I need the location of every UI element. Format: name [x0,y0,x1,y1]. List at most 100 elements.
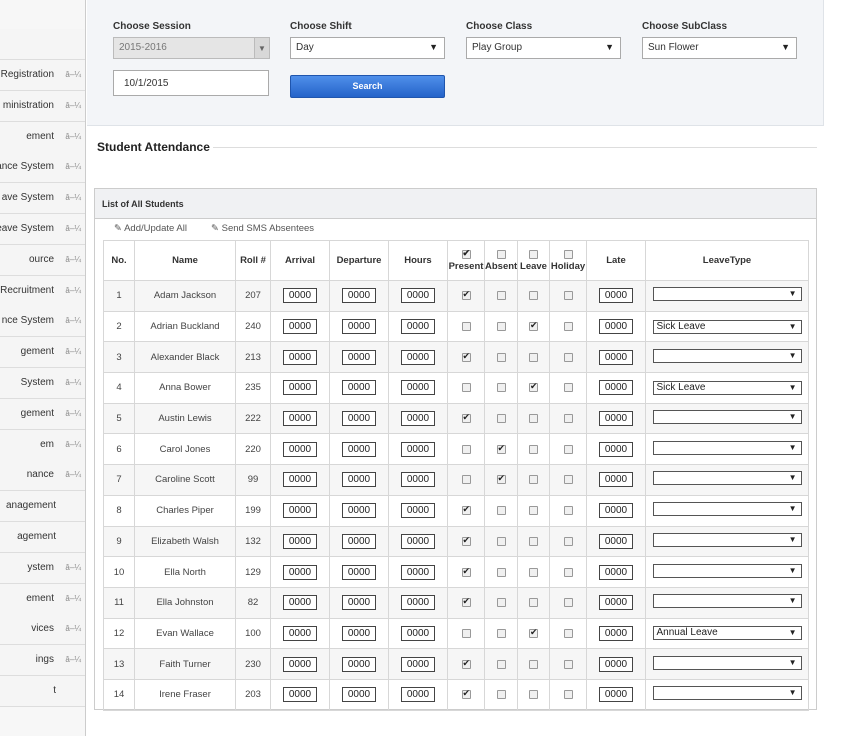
departure-input[interactable]: 0000 [342,503,376,519]
arrival-input[interactable]: 0000 [283,595,317,611]
absent-checkbox[interactable] [496,598,506,608]
leave-type-select[interactable]: ▼ [652,410,802,425]
sidebar-item[interactable]: em â–¼ [0,429,85,461]
arrival-input[interactable]: 0000 [283,687,317,703]
absent-checkbox[interactable] [496,291,506,301]
present-checkbox[interactable] [461,289,471,301]
leave-all-checkbox[interactable] [529,249,538,259]
sidebar-item[interactable]: ource â–¼ [0,244,85,276]
hours-input[interactable]: 0000 [401,564,435,580]
shift-select[interactable]: Day ▼ [290,37,445,59]
absent-checkbox[interactable] [496,536,506,546]
present-checkbox[interactable] [461,688,471,700]
search-button[interactable]: Search [290,75,445,98]
send-sms-absentees-link[interactable]: ✎ Send SMS Absentees [211,223,314,234]
hours-input[interactable]: 0000 [401,533,435,549]
holiday-checkbox[interactable] [563,536,573,546]
sidebar-item[interactable]: vices â–¼ [0,614,85,646]
sidebar-item[interactable]: eave System â–¼ [0,214,85,245]
sidebar-item[interactable]: ystem â–¼ [0,552,85,584]
present-checkbox[interactable] [461,322,471,332]
arrival-input[interactable]: 0000 [283,380,317,396]
hours-input[interactable]: 0000 [401,625,435,641]
arrival-input[interactable]: 0000 [283,349,317,365]
leave-checkbox[interactable] [529,352,538,362]
present-checkbox[interactable] [461,383,471,393]
sidebar-item[interactable]: ministration â–¼ [0,90,85,122]
leave-checkbox[interactable] [529,659,538,669]
late-input[interactable]: 0000 [599,656,633,672]
sidebar-item[interactable]: ave System â–¼ [0,183,85,215]
hours-input[interactable]: 0000 [401,288,435,304]
subclass-select[interactable]: Sun Flower ▼ [642,37,797,59]
sidebar-item[interactable]: System â–¼ [0,368,85,399]
absent-checkbox[interactable] [496,414,506,424]
absent-checkbox[interactable] [496,690,506,700]
holiday-checkbox[interactable] [563,567,573,577]
absent-checkbox[interactable] [496,352,506,362]
arrival-input[interactable]: 0000 [283,319,317,335]
absent-checkbox[interactable] [496,473,506,485]
sidebar-item[interactable]: gement â–¼ [0,398,85,430]
hours-input[interactable]: 0000 [401,411,435,427]
departure-input[interactable]: 0000 [342,564,376,580]
present-checkbox[interactable] [461,596,471,608]
hours-input[interactable]: 0000 [401,687,435,703]
leave-type-select[interactable]: ▼ [652,563,802,578]
departure-input[interactable]: 0000 [342,411,376,427]
arrival-input[interactable]: 0000 [283,441,317,457]
leave-type-select[interactable]: ▼ [652,594,802,609]
holiday-checkbox[interactable] [563,475,573,485]
departure-input[interactable]: 0000 [342,380,376,396]
sidebar-item[interactable]: endance System â–¼ [0,152,85,184]
holiday-checkbox[interactable] [563,506,573,516]
absent-checkbox[interactable] [496,383,506,393]
holiday-checkbox[interactable] [563,628,573,638]
late-input[interactable]: 0000 [599,625,633,641]
date-input[interactable]: 10/1/2015 [113,70,269,96]
present-checkbox[interactable] [461,535,471,546]
leave-type-select[interactable]: ▼ [652,348,802,363]
leave-type-select[interactable]: ▼ [652,686,802,701]
hours-input[interactable]: 0000 [401,595,435,611]
session-select[interactable]: 2015-2016 ▼ [113,37,270,59]
late-input[interactable]: 0000 [599,380,633,396]
holiday-checkbox[interactable] [563,690,573,700]
hours-input[interactable]: 0000 [401,380,435,396]
present-checkbox[interactable] [461,351,471,362]
class-select[interactable]: Play Group ▼ [466,37,621,59]
leave-checkbox[interactable] [529,475,538,485]
leave-type-select[interactable]: ▼ [652,532,802,547]
hours-input[interactable]: 0000 [401,503,435,519]
sidebar-item[interactable]: gement â–¼ [0,337,85,369]
late-input[interactable]: 0000 [599,472,633,488]
late-input[interactable]: 0000 [599,564,633,580]
sidebar-item[interactable]: Recruitment â–¼ [0,275,85,307]
leave-checkbox[interactable] [529,291,538,301]
holiday-checkbox[interactable] [563,659,573,669]
leave-type-select[interactable]: ▼ [652,440,802,455]
late-input[interactable]: 0000 [599,349,633,365]
departure-input[interactable]: 0000 [342,472,376,488]
absent-checkbox[interactable] [496,506,506,516]
late-input[interactable]: 0000 [599,441,633,457]
late-input[interactable]: 0000 [599,411,633,427]
leave-type-select[interactable]: Annual Leave ▼ [652,626,802,641]
leave-checkbox[interactable] [529,690,538,700]
departure-input[interactable]: 0000 [342,533,376,549]
departure-input[interactable]: 0000 [342,349,376,365]
holiday-all-checkbox[interactable] [563,249,573,259]
holiday-checkbox[interactable] [563,383,573,393]
present-checkbox[interactable] [461,475,471,485]
leave-type-select[interactable]: Sick Leave ▼ [652,319,802,334]
sidebar-item[interactable]: ement â–¼ [0,583,85,615]
hours-input[interactable]: 0000 [401,441,435,457]
present-checkbox[interactable] [461,504,471,516]
holiday-checkbox[interactable] [563,414,573,424]
departure-input[interactable]: 0000 [342,319,376,335]
absent-all-checkbox[interactable] [496,249,506,259]
late-input[interactable]: 0000 [599,503,633,519]
leave-checkbox[interactable] [529,381,538,393]
arrival-input[interactable]: 0000 [283,656,317,672]
hours-input[interactable]: 0000 [401,656,435,672]
